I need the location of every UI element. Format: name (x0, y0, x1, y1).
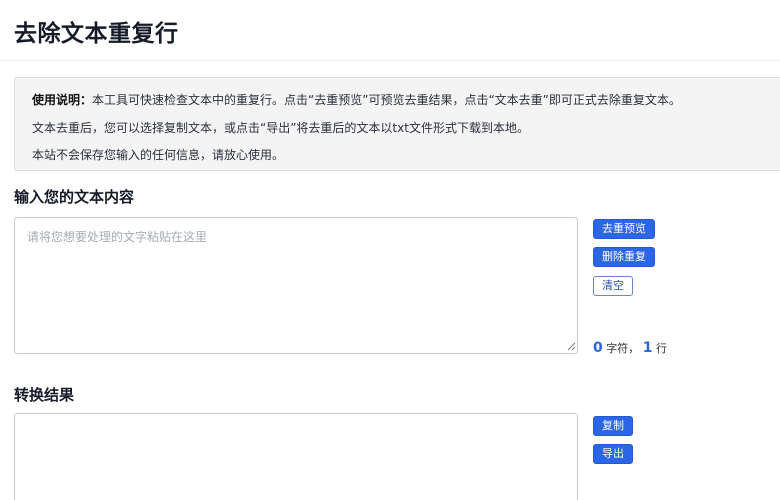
result-heading: 转换结果 (14, 386, 75, 404)
char-count: 0 (593, 340, 603, 356)
title-divider (0, 60, 780, 61)
text-counter: 0 字符， 1 行 (593, 340, 667, 356)
notice-line-1: 使用说明：本工具可快速检查文本中的重复行。点击“去重预览”可预览去重结果，点击“… (32, 91, 681, 108)
resize-grip-icon[interactable] (567, 342, 576, 351)
notice-text-1: 本工具可快速检查文本中的重复行。点击“去重预览”可预览去重结果，点击“文本去重”… (92, 93, 681, 107)
clear-button[interactable]: 清空 (593, 276, 633, 296)
export-button[interactable]: 导出 (593, 444, 633, 464)
source-text-input[interactable] (14, 217, 578, 354)
page: 去除文本重复行 使用说明：本工具可快速检查文本中的重复行。点击“去重预览”可预览… (0, 0, 780, 500)
input-heading: 输入您的文本内容 (14, 188, 135, 206)
line-count-unit: 行 (656, 342, 667, 355)
notice-line-3: 本站不会保存您输入的任何信息，请放心使用。 (32, 148, 285, 162)
usage-notice: 使用说明：本工具可快速检查文本中的重复行。点击“去重预览”可预览去重结果，点击“… (14, 77, 780, 171)
notice-line-2: 文本去重后，您可以选择复制文本，或点击“导出”将去重后的文本以txt文件形式下载… (32, 121, 529, 135)
dedupe-preview-button[interactable]: 去重预览 (593, 219, 655, 239)
notice-label: 使用说明： (32, 93, 93, 107)
copy-button[interactable]: 复制 (593, 416, 633, 436)
result-text-output[interactable] (14, 413, 578, 500)
remove-duplicates-button[interactable]: 删除重复 (593, 247, 655, 267)
char-count-unit: 字符， (606, 342, 640, 355)
line-count: 1 (642, 340, 653, 356)
page-title: 去除文本重复行 (14, 21, 179, 47)
